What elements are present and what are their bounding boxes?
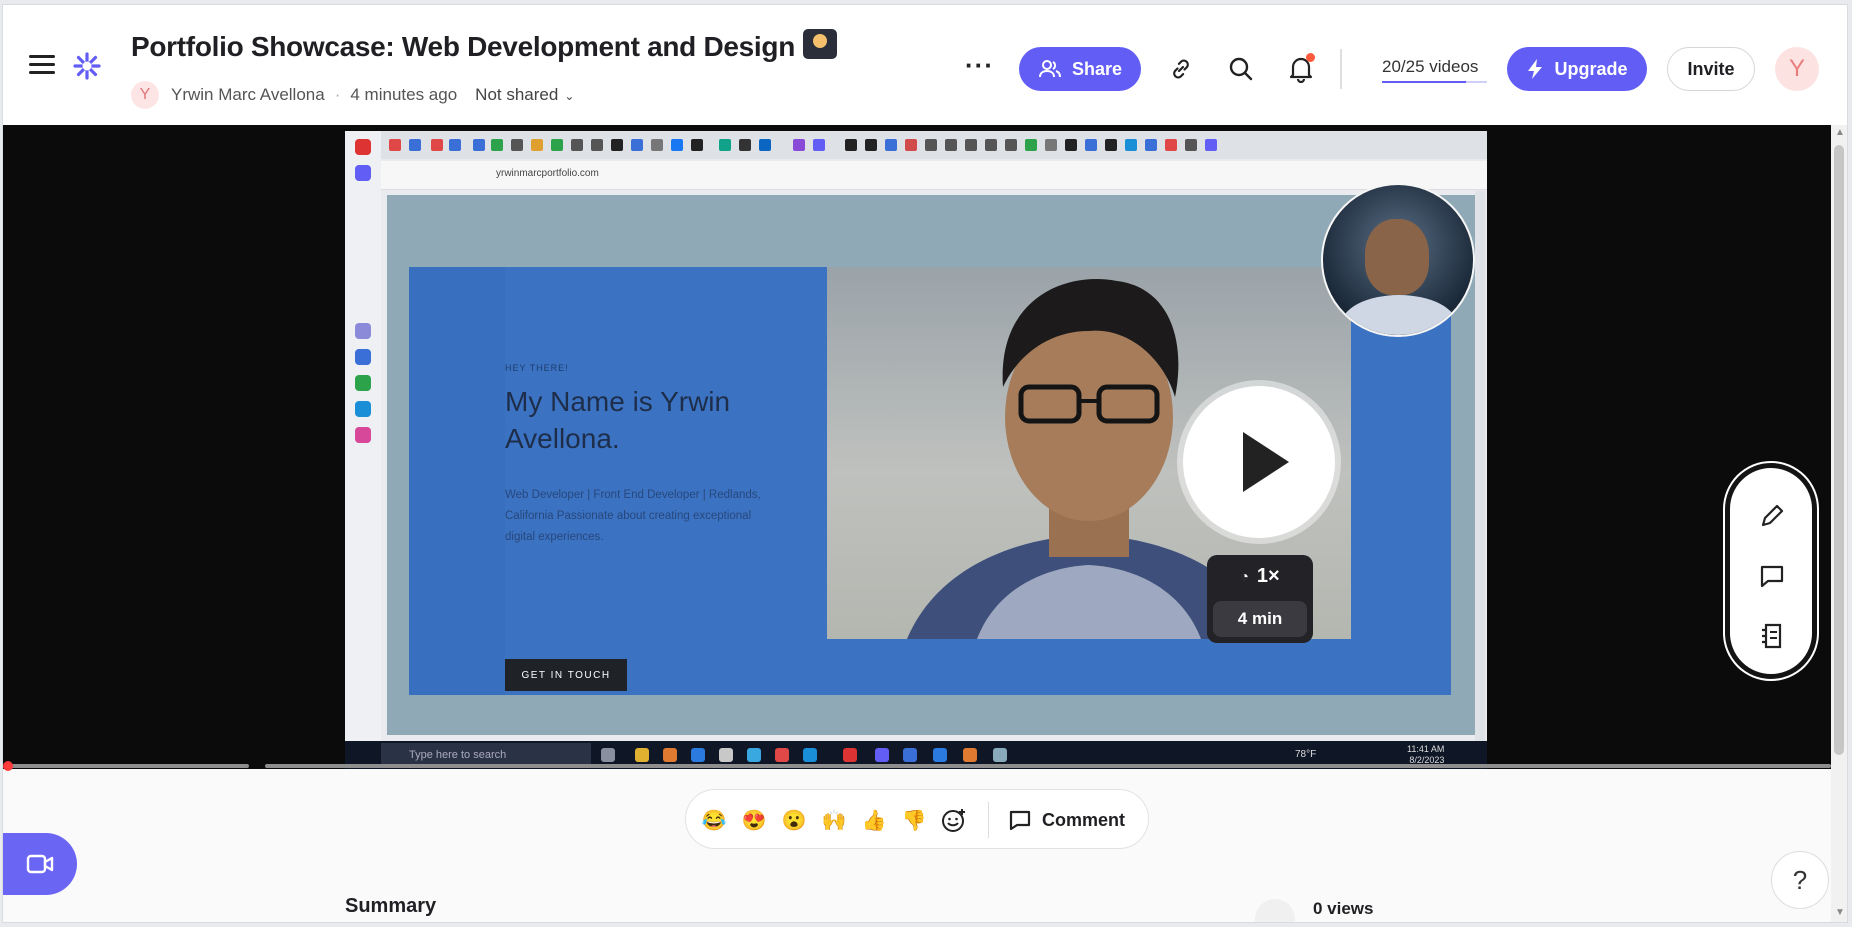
reactions-bar: 😂 😍 😮 🙌 👍 👎 Comment <box>685 789 1149 849</box>
user-avatar[interactable]: Y <box>1775 47 1819 91</box>
users-icon <box>1038 60 1061 78</box>
author-name[interactable]: Yrwin Marc Avellona <box>171 85 325 105</box>
comment-bubble-icon[interactable] <box>1758 562 1786 590</box>
scroll-up-icon[interactable]: ▲ <box>1835 127 1845 138</box>
scrollbar-thumb[interactable] <box>1834 145 1844 755</box>
duration-label: 4 min <box>1213 601 1307 637</box>
summary-heading: Summary <box>345 895 437 917</box>
time-ago: 4 minutes ago <box>350 85 458 104</box>
timeline-chapter-1[interactable] <box>9 764 249 768</box>
browser-scrollbar <box>1475 191 1485 741</box>
app-window: Portfolio Showcase: Web Development and … <box>2 4 1848 923</box>
video-frame: yrwinmarcportfolio.com HEY THERE! My Nam… <box>345 131 1487 769</box>
copy-link-icon[interactable] <box>1163 51 1199 87</box>
upgrade-button[interactable]: Upgrade <box>1507 47 1647 91</box>
loom-logo-icon[interactable] <box>73 52 101 80</box>
thumbs-down-emoji-icon[interactable]: 👎 <box>898 804 930 836</box>
webcam-bubble[interactable] <box>1321 183 1475 337</box>
play-button[interactable] <box>1183 386 1335 538</box>
chevron-down-icon: ⌄ <box>564 89 575 103</box>
annotation-toolbar <box>1725 463 1817 679</box>
share-state-dropdown[interactable]: Not shared ⌄ <box>475 85 574 105</box>
hero-left-panel <box>409 267 827 695</box>
video-timeline[interactable] <box>3 761 1831 771</box>
laughing-emoji-icon[interactable]: 😂 <box>698 804 730 836</box>
comment-icon <box>1009 810 1031 831</box>
raised-hands-emoji-icon[interactable]: 🙌 <box>818 804 850 836</box>
browser-tab-strip <box>345 131 1487 159</box>
more-options-icon[interactable]: ··· <box>965 52 994 78</box>
pencil-edit-icon[interactable] <box>1758 502 1786 530</box>
author-avatar[interactable]: Y <box>131 81 159 109</box>
browser-sidebar <box>345 131 381 741</box>
video-player[interactable]: yrwinmarcportfolio.com HEY THERE! My Nam… <box>3 125 1831 771</box>
browser-address-bar: yrwinmarcportfolio.com <box>381 161 1487 190</box>
transcript-icon[interactable] <box>1758 622 1786 650</box>
header: Portfolio Showcase: Web Development and … <box>3 5 1847 125</box>
playback-speed-control[interactable]: ◔ 1× 4 min <box>1207 555 1313 643</box>
scroll-down-icon[interactable]: ▼ <box>1835 907 1845 918</box>
comment-button[interactable]: Comment <box>1008 804 1125 836</box>
views-icon <box>1255 899 1295 922</box>
hero-bottom-panel <box>827 639 1351 695</box>
notification-dot <box>1306 53 1315 62</box>
add-reaction-icon[interactable] <box>938 804 970 836</box>
browser-url: yrwinmarcportfolio.com <box>496 168 599 179</box>
share-button[interactable]: Share <box>1019 47 1141 91</box>
notifications-bell-icon[interactable] <box>1283 51 1319 87</box>
hamburger-menu-icon[interactable] <box>29 55 55 77</box>
thumbs-up-emoji-icon[interactable]: 👍 <box>858 804 890 836</box>
record-video-button[interactable] <box>3 833 77 895</box>
video-meta: Y Yrwin Marc Avellona · 4 minutes ago No… <box>131 81 574 109</box>
videos-usage-bar <box>1382 81 1487 83</box>
hero-greeting: HEY THERE! <box>505 363 569 373</box>
speed-label[interactable]: ◔ 1× <box>1207 555 1313 597</box>
hero-bio: Web Developer | Front End Developer | Re… <box>505 489 761 543</box>
reactions-divider <box>988 802 989 838</box>
meta-separator: · <box>334 85 341 104</box>
heart-eyes-emoji-icon[interactable]: 😍 <box>738 804 770 836</box>
surprised-emoji-icon[interactable]: 😮 <box>778 804 810 836</box>
hero-heading: My Name is Yrwin Avellona. <box>505 386 731 454</box>
get-in-touch-button: GET IN TOUCH <box>505 659 627 691</box>
lightning-icon <box>1528 59 1543 79</box>
header-divider <box>1340 49 1342 89</box>
views-count: 0 views <box>1313 899 1374 918</box>
technologist-emoji-icon <box>803 29 838 59</box>
timeline-chapter-2[interactable] <box>265 764 1831 768</box>
taskbar-weather: 78°F <box>1295 749 1317 760</box>
page-scrollbar[interactable]: ▲ ▼ <box>1831 125 1847 922</box>
search-icon[interactable] <box>1223 51 1259 87</box>
help-button[interactable]: ? <box>1771 851 1829 909</box>
videos-count[interactable]: 20/25 videos <box>1382 57 1487 83</box>
invite-button[interactable]: Invite <box>1667 47 1755 91</box>
page-title: Portfolio Showcase: Web Development and … <box>131 29 838 63</box>
timeline-scrubber[interactable] <box>3 761 13 771</box>
gauge-icon: ◔ <box>1240 568 1249 584</box>
video-camera-icon <box>26 854 54 874</box>
